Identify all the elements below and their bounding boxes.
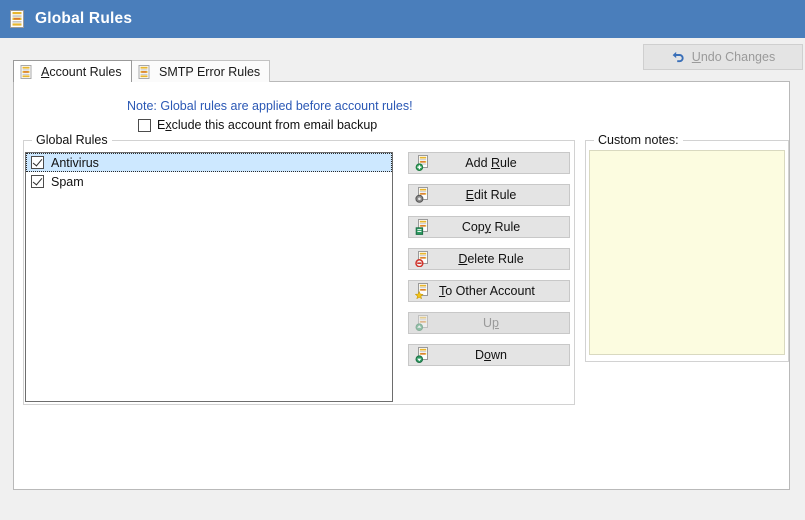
global-rules-group-label: Global Rules <box>32 133 112 147</box>
move-up-accel: p <box>492 316 499 330</box>
global-rules-note: Note: Global rules are applied before ac… <box>127 99 413 113</box>
window-titlebar: Global Rules <box>0 0 805 38</box>
copy-rule-label: Copy Rule <box>431 220 569 234</box>
custom-notes-input[interactable] <box>589 150 785 355</box>
exclude-from-backup-checkbox[interactable] <box>138 118 151 132</box>
move-up-button[interactable]: Up <box>408 312 570 334</box>
move-down-accel: o <box>484 348 491 362</box>
exclude-from-backup-label: Exclude this account from email backup <box>157 118 377 132</box>
move-up-pre: U <box>483 316 493 330</box>
list-item[interactable]: Antivirus <box>26 153 392 172</box>
edit-rule-label: Edit Rule <box>431 188 569 202</box>
add-rule-icon <box>415 155 428 171</box>
copy-rule-icon <box>415 219 428 235</box>
to-other-account-post: o Other Account <box>445 284 535 298</box>
to-other-account-button[interactable]: To Other Account <box>408 280 570 302</box>
global-rules-listbox[interactable]: Antivirus Spam <box>25 152 393 402</box>
rule-enabled-checkbox[interactable] <box>31 156 44 169</box>
move-down-button[interactable]: Down <box>408 344 570 366</box>
tab-smtp-error-rules[interactable]: SMTP Error Rules <box>131 60 271 82</box>
delete-rule-icon <box>415 251 428 267</box>
tabstrip: Account Rules SMTP Error Rules <box>13 60 790 82</box>
add-rule-post: ule <box>500 156 517 170</box>
delete-rule-post: elete Rule <box>467 252 524 266</box>
tab-account-rules-rest: ccount Rules <box>49 64 122 79</box>
move-down-label: Down <box>431 348 569 362</box>
rule-label: Antivirus <box>51 155 99 170</box>
move-up-label: Up <box>431 316 569 330</box>
excl-post: clude this account from email backup <box>171 118 378 132</box>
edit-rule-accel: E <box>465 188 474 202</box>
rules-document-icon <box>10 10 24 28</box>
edit-rule-icon <box>415 187 428 203</box>
window-title: Global Rules <box>35 10 133 27</box>
move-down-pre: D <box>475 348 485 362</box>
rule-enabled-checkbox[interactable] <box>31 175 44 188</box>
move-down-post: wn <box>491 348 507 362</box>
edit-rule-button[interactable]: Edit Rule <box>408 184 570 206</box>
tab-account-rules[interactable]: Account Rules <box>13 60 132 82</box>
global-rules-window: Global Rules Undo Changes Account Rules <box>0 0 805 520</box>
add-rule-label: Add Rule <box>431 156 569 170</box>
add-rule-pre: Add <box>465 156 491 170</box>
delete-rule-accel: D <box>458 252 468 266</box>
to-other-account-label: To Other Account <box>431 284 569 298</box>
delete-rule-button[interactable]: Delete Rule <box>408 248 570 270</box>
list-item[interactable]: Spam <box>26 172 392 191</box>
rules-document-icon <box>20 64 32 79</box>
add-rule-button[interactable]: Add Rule <box>408 152 570 174</box>
move-up-icon <box>415 315 428 331</box>
copy-rule-pre: Cop <box>461 220 485 234</box>
edit-rule-post: dit Rule <box>473 188 517 202</box>
delete-rule-label: Delete Rule <box>431 252 569 266</box>
custom-notes-label: Custom notes: <box>594 133 683 147</box>
copy-rule-button[interactable]: Copy Rule <box>408 216 570 238</box>
add-rule-accel: R <box>491 156 501 170</box>
move-down-icon <box>415 347 428 363</box>
to-other-account-icon <box>415 283 428 299</box>
exclude-from-backup-row[interactable]: Exclude this account from email backup <box>138 118 377 132</box>
rules-document-icon <box>138 64 150 79</box>
tab-account-rules-label: Account Rules <box>41 65 122 79</box>
rule-label: Spam <box>51 174 84 189</box>
tab-smtp-error-rules-label: SMTP Error Rules <box>159 64 261 79</box>
copy-rule-post: Rule <box>491 220 521 234</box>
